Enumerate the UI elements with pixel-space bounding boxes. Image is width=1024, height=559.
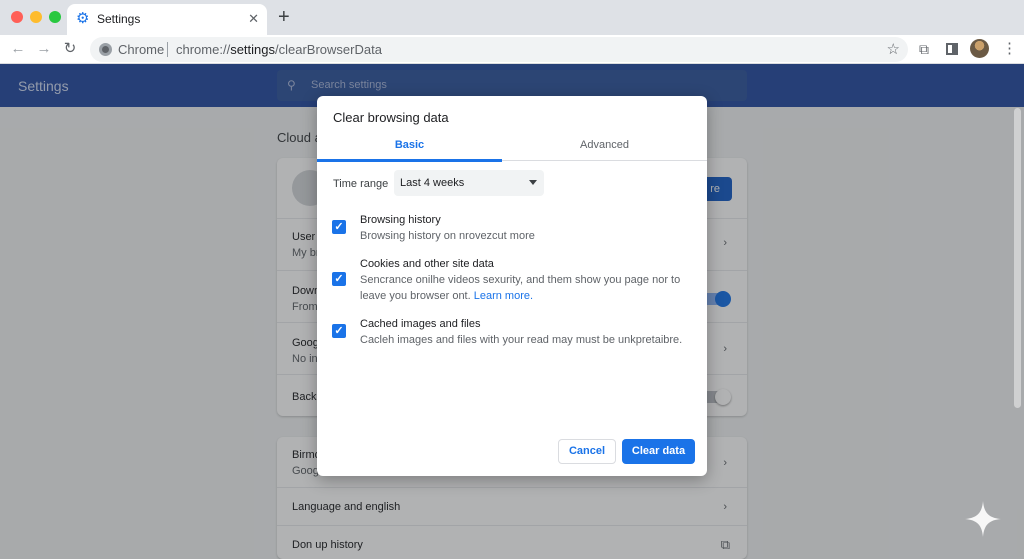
site-chip: Chrome — [118, 42, 165, 57]
maximize-window-button[interactable] — [49, 11, 61, 23]
gear-icon: ⚙ — [76, 10, 90, 27]
chrome-logo-icon — [99, 43, 112, 56]
learn-more-link[interactable]: Learn more. — [474, 290, 533, 302]
dropdown-caret-icon — [529, 180, 537, 185]
tab-strip: ⚙ Settings ✕ + — [0, 0, 1024, 35]
browser-toolbar: ← → ↻ Chrome chrome://settings/clearBrow… — [0, 35, 1024, 64]
cancel-button[interactable]: Cancel — [558, 439, 616, 464]
cached-images-checkbox[interactable]: ✓ — [332, 324, 346, 338]
close-window-button[interactable] — [11, 11, 23, 23]
bookmark-star-icon[interactable]: ☆ — [887, 40, 900, 58]
active-tab-indicator — [317, 159, 502, 162]
option-description: Sencrance onilhe videos sexurity, and th… — [360, 274, 681, 302]
tab-basic[interactable]: Basic — [317, 139, 502, 151]
new-tab-button[interactable]: + — [278, 7, 290, 27]
option-description: Cacleh images and files with your read m… — [360, 334, 683, 346]
kebab-menu-icon[interactable]: ⋮ — [1002, 41, 1017, 57]
sparkle-icon — [965, 501, 1001, 537]
scrollbar[interactable] — [1014, 108, 1021, 408]
minimize-window-button[interactable] — [30, 11, 42, 23]
reload-icon[interactable]: ↻ — [60, 39, 80, 59]
browsing-history-checkbox[interactable]: ✓ — [332, 220, 346, 234]
close-tab-icon[interactable]: ✕ — [248, 11, 259, 26]
time-range-value: Last 4 weeks — [400, 177, 465, 189]
option-title: Cookies and other site data — [360, 258, 494, 270]
time-range-select[interactable]: Last 4 weeks — [394, 170, 544, 196]
cookies-checkbox[interactable]: ✓ — [332, 272, 346, 286]
clear-data-button[interactable]: Clear data — [622, 439, 695, 464]
time-range-label: Time range — [333, 178, 389, 190]
tab-settings[interactable]: ⚙ Settings ✕ — [67, 4, 267, 35]
dialog-title: Clear browsing data — [333, 110, 449, 125]
option-title: Browsing history — [360, 214, 441, 226]
option-title: Cached images and files — [360, 318, 481, 330]
tab-title: Settings — [97, 12, 141, 26]
address-bar[interactable]: Chrome chrome://settings/clearBrowserDat… — [90, 37, 908, 62]
back-arrow-icon[interactable]: ← — [8, 39, 28, 59]
dialog-tabs: Basic Advanced — [317, 132, 707, 162]
forward-arrow-icon[interactable]: → — [34, 39, 54, 59]
side-panel-icon[interactable] — [946, 43, 958, 55]
tab-advanced[interactable]: Advanced — [512, 139, 697, 151]
profile-avatar[interactable] — [970, 39, 989, 58]
extensions-puzzle-icon[interactable]: ⧉ — [919, 41, 929, 57]
option-description: Browsing history on nrovezcut more — [360, 230, 535, 242]
url-text: chrome://settings/clearBrowserData — [176, 42, 382, 57]
clear-browsing-data-dialog: Clear browsing data Basic Advanced Time … — [317, 96, 707, 476]
divider — [167, 42, 168, 57]
